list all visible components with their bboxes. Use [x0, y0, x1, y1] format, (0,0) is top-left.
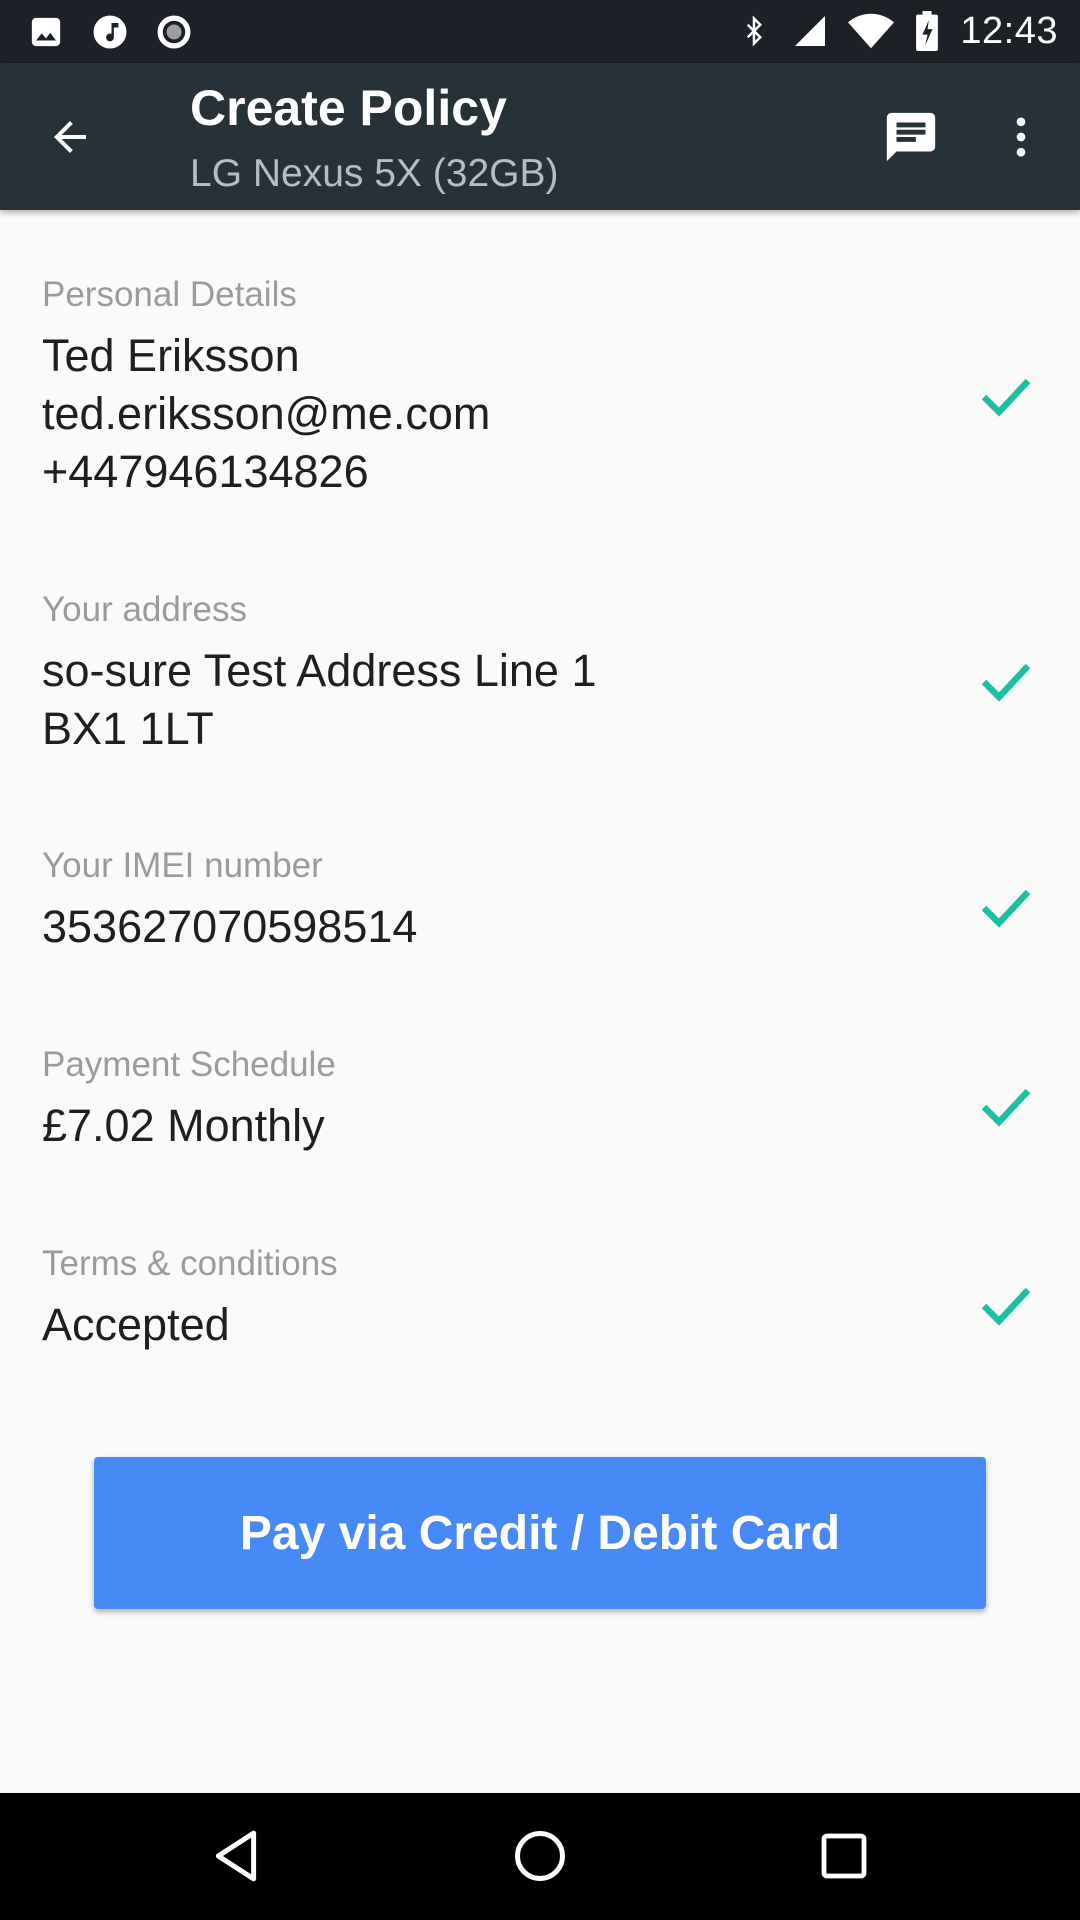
nav-home-icon	[515, 1831, 565, 1881]
section-label: Personal Details	[42, 275, 297, 314]
navigation-bar	[0, 1793, 1080, 1920]
section-label: Your address	[42, 590, 247, 629]
nav-recents-button[interactable]	[809, 1821, 879, 1891]
section-label: Your IMEI number	[42, 846, 323, 885]
app-bar: Create Policy LG Nexus 5X (32GB)	[0, 63, 1080, 210]
battery-charging-icon	[914, 11, 940, 51]
image-notification-icon	[28, 14, 64, 50]
terms-status: Accepted	[42, 1299, 230, 1350]
status-bar: 12:43	[0, 0, 1080, 63]
wifi-icon	[848, 13, 895, 49]
record-notification-icon	[156, 14, 192, 50]
page-subtitle: LG Nexus 5X (32GB)	[190, 152, 559, 195]
arrow-back-icon	[54, 121, 86, 153]
chat-icon	[886, 112, 936, 162]
bluetooth-icon	[736, 13, 772, 49]
status-time: 12:43	[960, 9, 1058, 52]
customer-phone: +447946134826	[42, 446, 369, 497]
customer-name: Ted Eriksson	[42, 330, 300, 381]
address-postcode: BX1 1LT	[42, 703, 214, 754]
payment-schedule-value: £7.02 Monthly	[42, 1100, 325, 1151]
section-label: Payment Schedule	[42, 1045, 336, 1084]
page-title: Create Policy	[190, 80, 507, 136]
check-icon	[981, 889, 1031, 928]
check-icon	[981, 378, 1031, 417]
check-icon	[981, 1287, 1031, 1326]
nav-back-icon	[215, 1830, 257, 1882]
music-notification-icon	[92, 14, 128, 50]
imei-number: 353627070598514	[42, 901, 418, 952]
nav-home-button[interactable]	[505, 1821, 575, 1891]
create-policy-screen: 12:43 Create Policy LG Nexus 5X (32GB) P…	[0, 0, 1080, 1920]
check-icon	[981, 1088, 1031, 1127]
more-options-button[interactable]	[990, 106, 1052, 168]
address-line-1: so-sure Test Address Line 1	[42, 645, 597, 696]
nav-recents-icon	[821, 1833, 867, 1879]
pay-button[interactable]: Pay via Credit / Debit Card	[94, 1457, 986, 1609]
section-label: Terms & conditions	[42, 1244, 338, 1283]
cell-signal-icon	[792, 13, 828, 49]
nav-back-button[interactable]	[202, 1821, 272, 1891]
chat-button[interactable]	[880, 106, 942, 168]
back-button[interactable]	[40, 107, 100, 167]
check-icon	[981, 663, 1031, 702]
more-vert-icon	[1016, 117, 1026, 157]
customer-email: ted.eriksson@me.com	[42, 388, 491, 439]
